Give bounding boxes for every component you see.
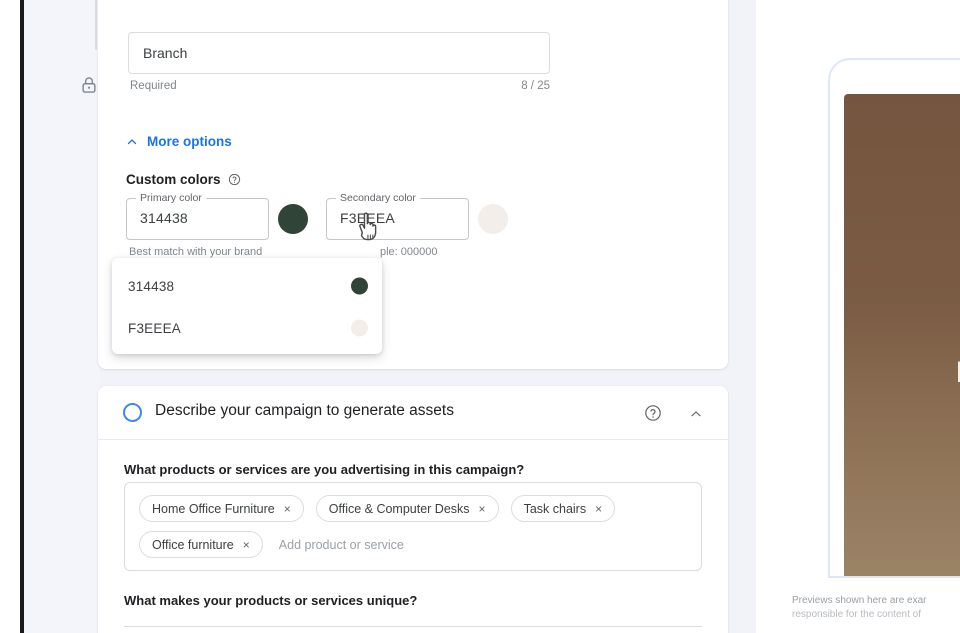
product-chip[interactable]: Task chairs ×	[510, 495, 616, 522]
chevron-up-icon[interactable]	[688, 407, 704, 421]
window-left-margin	[0, 0, 20, 633]
secondary-color-value: F3EEEA	[340, 210, 395, 226]
unique-question-label: What makes your products or services uni…	[124, 593, 418, 608]
more-options-toggle[interactable]: More options	[126, 134, 232, 149]
branch-char-counter: 8 / 25	[521, 80, 550, 92]
primary-color-helper: Best match with your brand	[129, 246, 263, 258]
phone-preview-screen: · · · Des	[844, 94, 960, 576]
secondary-color-field[interactable]: Secondary color F3EEEA	[326, 192, 469, 240]
preview-disclaimer-line-1: Previews shown here are exar	[792, 595, 927, 606]
main-column: Branch Required 8 / 25 More options Cust…	[96, 0, 756, 633]
primary-color-field[interactable]: Primary color 314438	[126, 192, 269, 240]
product-chip[interactable]: Home Office Furniture ×	[139, 495, 304, 522]
color-suggestion-label: 314438	[128, 278, 175, 294]
ad-creative-image: · · · Des	[844, 94, 960, 576]
describe-campaign-title: Describe your campaign to generate asset…	[155, 402, 454, 419]
product-chip-label: Task chairs	[523, 501, 587, 516]
preview-disclaimer-line-2: responsible for the content of	[792, 609, 921, 620]
product-chip-label: Home Office Furniture	[152, 501, 275, 516]
products-chips-input[interactable]: Home Office Furniture × Office & Compute…	[124, 482, 702, 571]
preview-panel: · · · Des Previews shown here are exar	[764, 0, 960, 633]
secondary-color-helper: ple: 000000	[380, 246, 438, 258]
color-suggestions-dropdown: 314438 F3EEEA	[112, 258, 382, 354]
product-chip[interactable]: Office furniture ×	[139, 531, 263, 558]
incomplete-step-circle-icon	[123, 403, 142, 422]
product-chip-label: Office & Computer Desks	[328, 501, 470, 516]
custom-colors-heading: Custom colors	[126, 172, 241, 187]
more-options-label: More options	[147, 134, 232, 149]
color-suggestion-item[interactable]: F3EEEA	[112, 307, 382, 349]
product-chip-label: Office furniture	[152, 537, 234, 552]
preview-gutter	[756, 0, 764, 633]
color-suggestion-label: F3EEEA	[128, 320, 181, 336]
app-root: Branch Required 8 / 25 More options Cust…	[0, 0, 960, 633]
remove-chip-icon[interactable]: ×	[284, 503, 291, 515]
left-rail	[24, 0, 100, 633]
secondary-color-legend: Secondary color	[336, 192, 420, 204]
remove-chip-icon[interactable]: ×	[479, 503, 486, 515]
chevron-up-icon	[126, 136, 138, 148]
primary-color-legend: Primary color	[136, 192, 206, 204]
unique-answer-input[interactable]	[124, 626, 702, 627]
product-chip[interactable]: Office & Computer Desks ×	[315, 495, 499, 522]
branch-required-label: Required	[130, 80, 177, 92]
window-edge-bar	[20, 0, 24, 633]
brand-settings-card: Branch Required 8 / 25 More options Cust…	[98, 0, 728, 369]
help-circle-icon[interactable]	[228, 173, 241, 186]
custom-colors-heading-text: Custom colors	[126, 172, 221, 187]
remove-chip-icon[interactable]: ×	[595, 503, 602, 515]
secondary-color-swatch	[478, 204, 508, 234]
branch-input-value: Branch	[143, 45, 188, 61]
color-suggestion-swatch	[351, 319, 368, 337]
primary-color-swatch	[278, 204, 308, 234]
describe-campaign-card: Describe your campaign to generate asset…	[98, 386, 728, 633]
color-suggestion-swatch	[351, 277, 368, 295]
primary-color-value: 314438	[140, 210, 188, 226]
preview-disclaimer: Previews shown here are exar responsible…	[792, 594, 960, 622]
remove-chip-icon[interactable]: ×	[243, 539, 250, 551]
branch-helper-row: Required 8 / 25	[130, 80, 550, 92]
ad-headline: Des	[956, 356, 960, 390]
add-product-input[interactable]: Add product or service	[275, 531, 404, 558]
color-suggestion-item[interactable]: 314438	[112, 265, 382, 307]
branch-input[interactable]: Branch	[128, 32, 550, 74]
help-circle-icon[interactable]	[644, 404, 662, 422]
phone-preview-frame: · · · Des	[828, 58, 960, 578]
describe-campaign-header[interactable]: Describe your campaign to generate asset…	[98, 386, 728, 440]
products-question-label: What products or services are you advert…	[124, 462, 525, 477]
